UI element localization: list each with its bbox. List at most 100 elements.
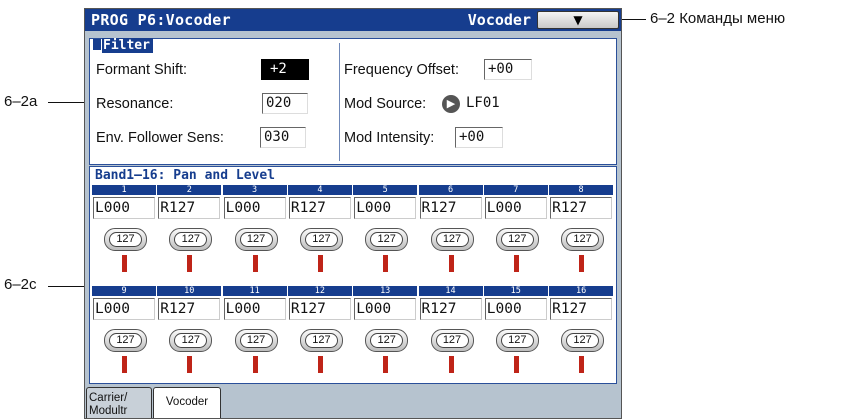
band-level-value: 127 (566, 333, 600, 348)
band-level-knob[interactable]: 127 (495, 228, 539, 251)
band-level-value: 127 (109, 232, 142, 247)
env-follower-sens-field[interactable]: 030 (260, 127, 306, 148)
band-level-bar (317, 255, 323, 272)
band-level-bar (252, 356, 258, 373)
band-pan-field[interactable]: L000 (223, 197, 286, 219)
band-level-bar (513, 255, 519, 272)
title-bar: PROG P6:Vocoder Vocoder ▼ (85, 9, 621, 31)
mod-intensity-field[interactable]: +00 (455, 127, 503, 148)
band-number: 8 (549, 185, 614, 195)
frequency-offset-label: Frequency Offset: (344, 62, 459, 78)
band-pan-field[interactable]: L000 (484, 298, 547, 320)
band-level-knob[interactable]: 127 (299, 329, 343, 352)
tab-vocoder[interactable]: Vocoder (153, 387, 221, 418)
mod-source-value[interactable]: LF01 (466, 95, 500, 111)
band-level-knob[interactable]: 127 (561, 228, 605, 251)
band-12: 12 R127 127 (287, 286, 353, 396)
band-number: 11 (222, 286, 287, 296)
band-pan-field[interactable]: L000 (354, 197, 417, 219)
band-number: 15 (483, 286, 548, 296)
band-pan-field[interactable]: R127 (550, 197, 613, 219)
band-level-knob[interactable]: 127 (234, 329, 278, 352)
band-level-bar (252, 255, 258, 272)
section-c-callout: 6–2c (4, 276, 37, 293)
menu-button[interactable]: ▼ (537, 11, 619, 29)
band-pan-field[interactable]: L000 (93, 197, 155, 219)
band-level-bar (448, 255, 454, 272)
band-level-knob[interactable]: 127 (365, 329, 409, 352)
resonance-field[interactable]: 020 (262, 93, 308, 114)
band-title: Band1–16: Pan and Level (95, 168, 276, 183)
menu-callout-line (622, 19, 646, 20)
band-4: 4 R127 127 (287, 185, 353, 295)
band-pan-field[interactable]: R127 (419, 298, 482, 320)
band-number: 3 (222, 185, 287, 195)
mod-source-label: Mod Source: (344, 96, 427, 112)
device-screen: PROG P6:Vocoder Vocoder ▼ Filter Formant… (84, 8, 622, 419)
band-7: 7 L000 127 (483, 185, 549, 295)
band-level-knob[interactable]: 127 (299, 228, 343, 251)
band-level-value: 127 (109, 333, 142, 348)
band-level-knob[interactable]: 127 (234, 228, 278, 251)
band-level-value: 127 (174, 333, 208, 348)
band-pan-field[interactable]: R127 (288, 298, 351, 320)
band-pan-field[interactable]: L000 (93, 298, 155, 320)
band-pan-field[interactable]: R127 (158, 298, 221, 320)
formant-shift-field[interactable]: +2 (261, 59, 309, 80)
band-number: 1 (92, 185, 156, 195)
band-pan-field[interactable]: L000 (223, 298, 286, 320)
band-10: 10 R127 127 (157, 286, 222, 396)
mod-intensity-label: Mod Intensity: (344, 130, 435, 146)
band-level-knob[interactable]: 127 (169, 228, 213, 251)
band-level-bar (513, 356, 519, 373)
band-pan-field[interactable]: R127 (158, 197, 221, 219)
band-level-knob[interactable]: 127 (169, 329, 213, 352)
mode-label: Vocoder (467, 11, 531, 29)
band-panel: Band1–16: Pan and Level 1 L000 127 2 R127 127… (89, 166, 617, 384)
band-number: 5 (353, 185, 418, 195)
band-11: 11 L000 127 (222, 286, 288, 396)
band-level-knob[interactable]: 127 (430, 329, 474, 352)
band-level-knob[interactable]: 127 (104, 228, 147, 251)
filter-divider (339, 43, 340, 161)
band-level-knob[interactable]: 127 (561, 329, 605, 352)
band-5: 5 L000 127 (353, 185, 418, 295)
band-level-knob[interactable]: 127 (430, 228, 474, 251)
band-level-value: 127 (370, 232, 404, 247)
band-pan-field[interactable]: R127 (419, 197, 482, 219)
filter-header: Filter (93, 38, 153, 54)
band-number: 14 (418, 286, 483, 296)
band-level-bar (317, 356, 323, 373)
band-level-value: 127 (174, 232, 208, 247)
band-1: 1 L000 127 (92, 185, 157, 295)
band-level-knob[interactable]: 127 (495, 329, 539, 352)
band-15: 15 L000 127 (483, 286, 549, 396)
tab-carrier-modulator[interactable]: Carrier/ Modultr (86, 387, 152, 418)
band-level-value: 127 (370, 333, 404, 348)
band-2: 2 R127 127 (157, 185, 222, 295)
section-c-callout-line (48, 286, 88, 287)
band-level-bar (187, 255, 193, 272)
env-follower-sens-label: Env. Follower Sens: (96, 130, 224, 146)
filter-title: Filter (102, 38, 153, 53)
band-level-knob[interactable]: 127 (104, 329, 147, 352)
band-pan-field[interactable]: L000 (484, 197, 547, 219)
band-pan-field[interactable]: R127 (550, 298, 613, 320)
band-level-bar (187, 356, 193, 373)
section-a-callout: 6–2a (4, 93, 38, 110)
band-row-1: 1 L000 127 2 R127 127 3 L000 127 4 R127 127 5 L000 127… (92, 185, 614, 295)
band-level-bar (383, 356, 389, 373)
band-level-knob[interactable]: 127 (365, 228, 409, 251)
band-13: 13 L000 127 (353, 286, 418, 396)
band-14: 14 R127 127 (418, 286, 484, 396)
frequency-offset-field[interactable]: +00 (484, 59, 532, 80)
band-pan-field[interactable]: L000 (354, 298, 417, 320)
band-level-bar (122, 255, 127, 272)
band-number: 13 (353, 286, 418, 296)
band-pan-field[interactable]: R127 (288, 197, 351, 219)
mod-source-arrow-icon[interactable]: ▶ (442, 95, 460, 113)
band-level-value: 127 (239, 232, 273, 247)
band-number: 9 (92, 286, 156, 296)
band-level-bar (383, 255, 389, 272)
band-level-value: 127 (435, 333, 469, 348)
